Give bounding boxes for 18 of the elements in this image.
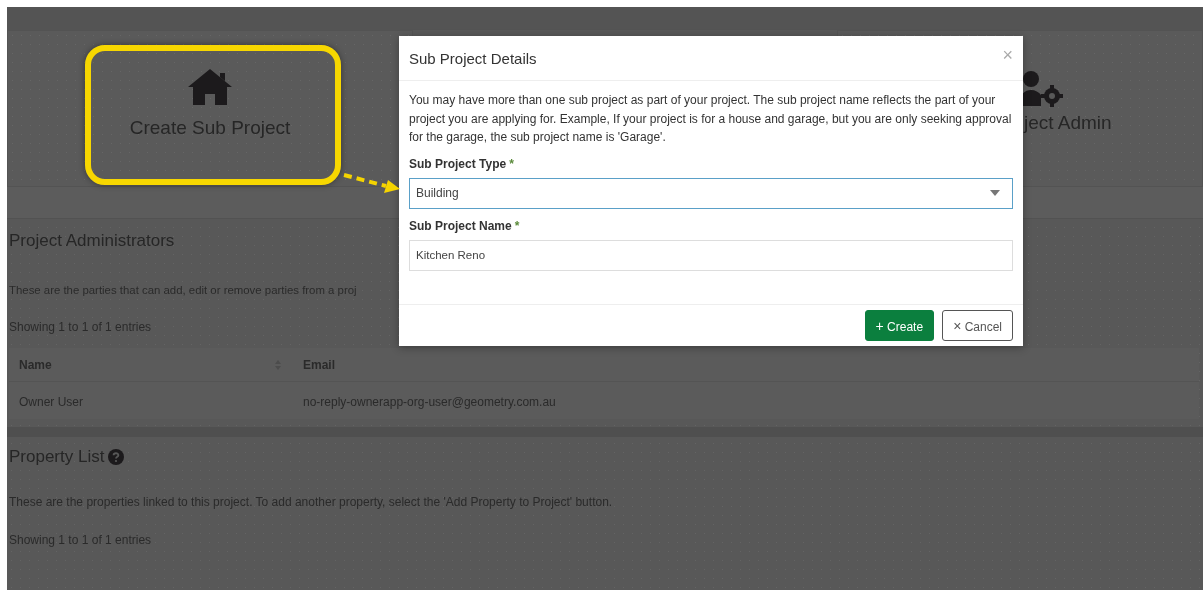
help-icon[interactable] — [108, 449, 125, 465]
section-title: Property List — [9, 447, 105, 467]
modal-title: Sub Project Details — [409, 49, 537, 67]
modal-description: You may have more than one sub project as part of your project. The sub project name reflects the part of your project you are applying for. Example, If your project is for a house and garage, but you are only seeking approval for the garage, the sub project name is 'Garage'. — [409, 92, 1013, 146]
house-icon — [186, 67, 234, 107]
field-label: Sub Project Type — [409, 156, 507, 171]
required-mark: * — [509, 156, 514, 171]
dashed-arrow — [342, 171, 402, 195]
caret-icon[interactable] — [990, 190, 1000, 196]
type-dropdown[interactable]: Building — [409, 177, 1013, 209]
required-mark: * — [514, 218, 520, 233]
name-input-field[interactable]: Kitchen Reno — [409, 239, 1013, 271]
section-title: Project Administrators — [9, 231, 175, 251]
close-button[interactable]: × — [1002, 44, 1013, 66]
field-label: Sub Project Name — [409, 218, 512, 233]
cancel-button[interactable]: × Cancel — [942, 310, 1013, 341]
card-label[interactable]: ject Admin — [1024, 112, 1112, 134]
create-button[interactable]: + Create — [864, 310, 935, 341]
